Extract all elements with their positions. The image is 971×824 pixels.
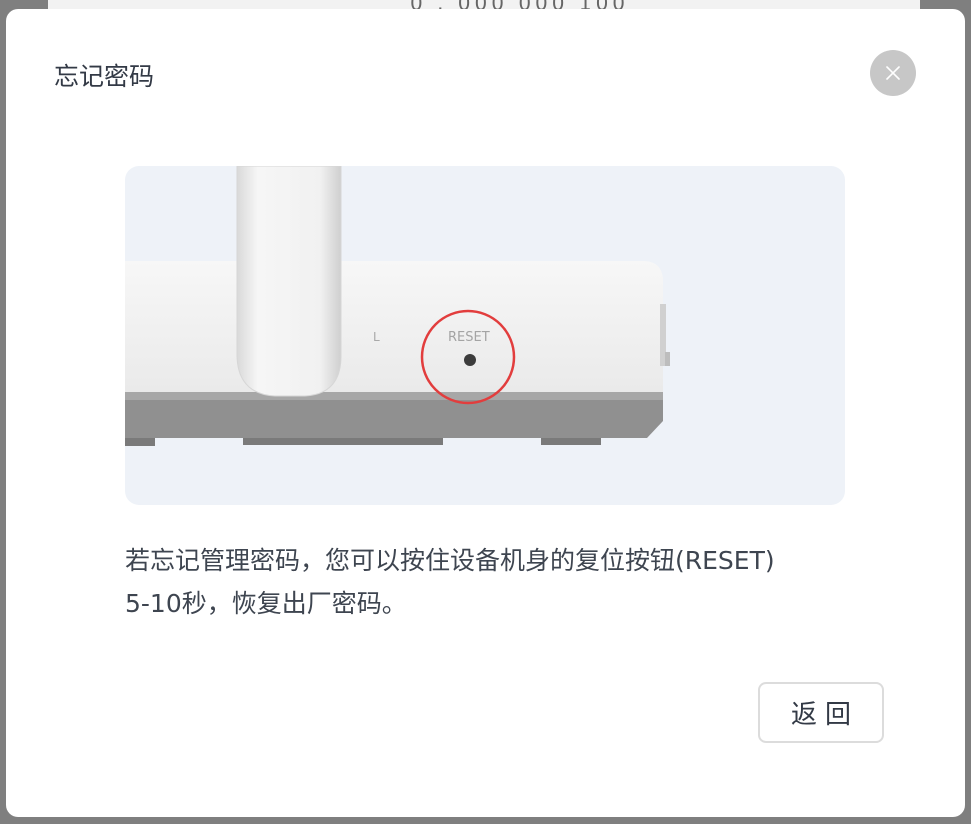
- forgot-password-dialog: 忘记密码 L RESET 若忘记管理密码，您可以按住设备机身的复位按钮(RESE…: [6, 9, 965, 817]
- back-button[interactable]: 返回: [758, 682, 884, 743]
- help-message-line-1: 若忘记管理密码，您可以按住设备机身的复位按钮(RESET): [125, 546, 775, 575]
- router-antenna: [236, 166, 342, 397]
- close-button[interactable]: [870, 50, 916, 96]
- reset-label: RESET: [448, 330, 490, 345]
- help-message-line-2: 5-10秒，恢复出厂密码。: [125, 589, 407, 618]
- port-label: L: [373, 330, 380, 344]
- router-body: [125, 261, 670, 446]
- reset-hole: [464, 354, 476, 366]
- help-message: 若忘记管理密码，您可以按住设备机身的复位按钮(RESET) 5-10秒，恢复出厂…: [125, 539, 855, 625]
- close-icon: [886, 66, 900, 80]
- dialog-title: 忘记密码: [54, 62, 155, 91]
- router-reset-illustration: L RESET: [125, 166, 845, 505]
